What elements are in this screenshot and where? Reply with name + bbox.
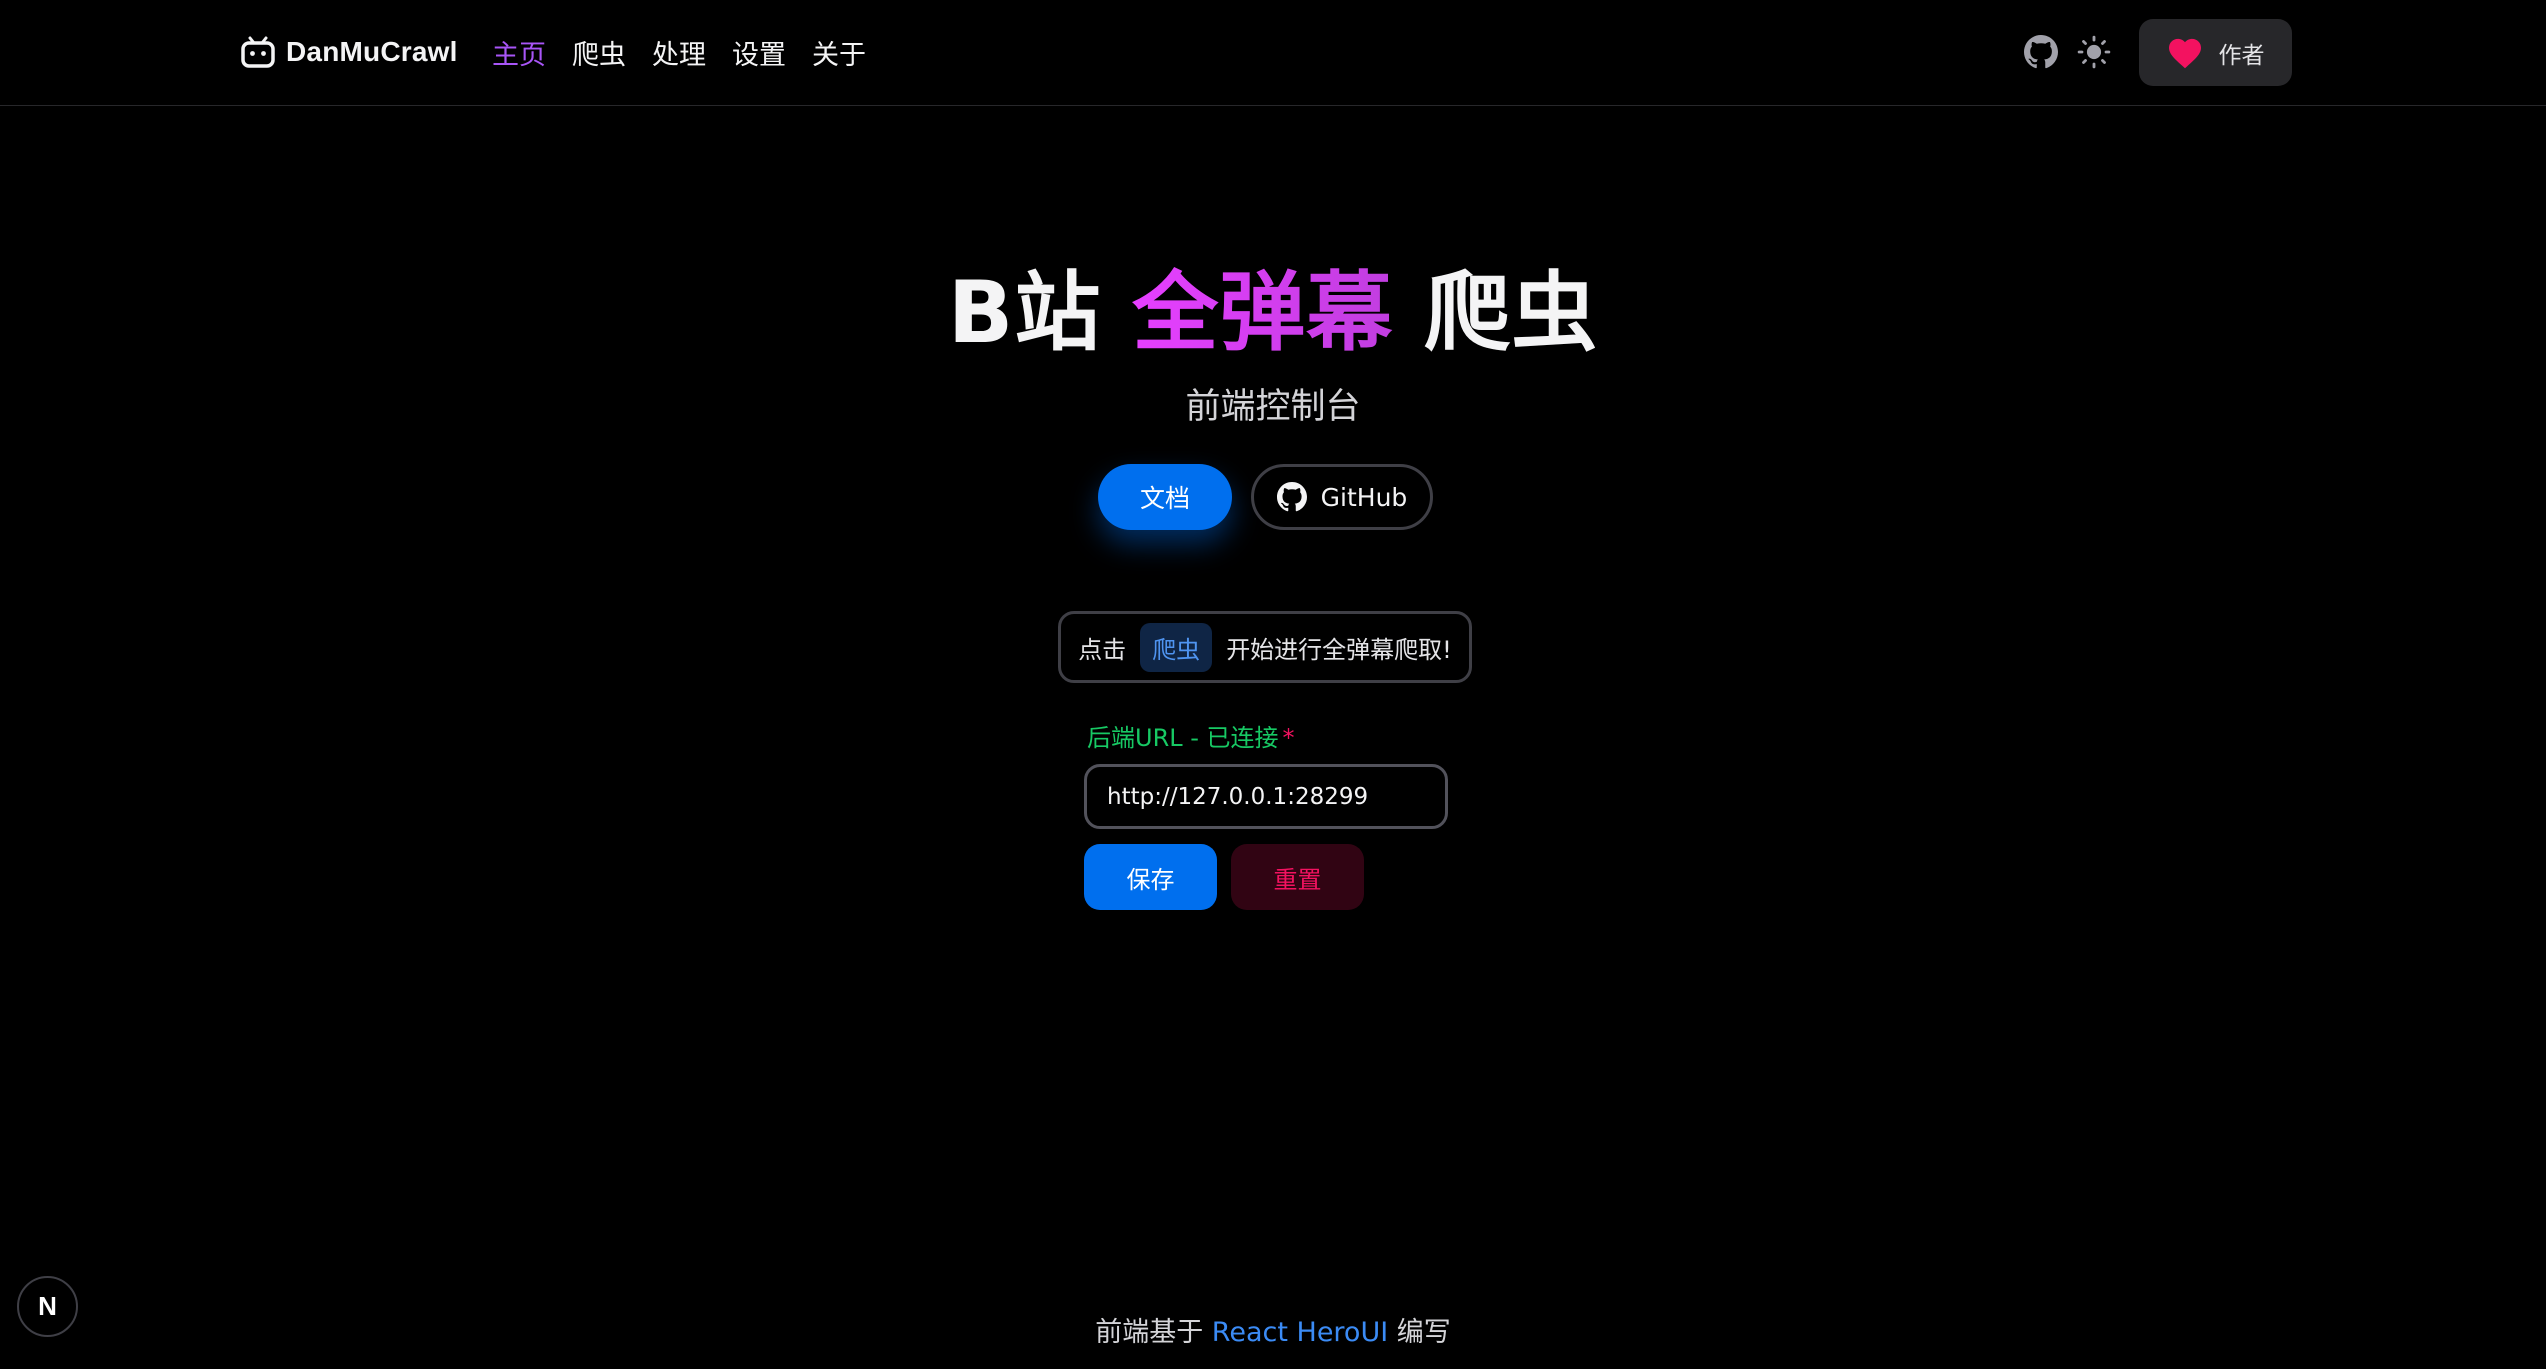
hero-title-suffix: 爬虫 [1393, 263, 1599, 363]
nav-links: 主页 爬虫 处理 设置 关于 [492, 30, 892, 74]
github-button-label: GitHub [1320, 482, 1408, 512]
hint-chip: 爬虫 [1140, 622, 1213, 672]
hint-suffix: 开始进行全弹幕爬取! [1226, 635, 1452, 664]
nav-link-crawler[interactable]: 爬虫 [572, 33, 626, 72]
nav-link-about[interactable]: 关于 [812, 33, 866, 72]
author-label: 作者 [2218, 42, 2265, 69]
github-icon [2024, 35, 2058, 69]
footer-prefix: 前端基于 [1095, 1317, 1212, 1348]
hero-subtitle: 前端控制台 [1185, 387, 1361, 427]
docs-button-label: 文档 [1139, 484, 1190, 513]
hint-prefix: 点击 [1078, 635, 1127, 664]
backend-url-label: 后端URL - 已连接 * [1087, 718, 1295, 753]
required-mark: * [1282, 724, 1295, 752]
brand[interactable]: DanMuCrawl [240, 34, 458, 70]
hero-title: B站 全弹幕 爬虫 [0, 258, 2546, 368]
backend-url-input[interactable] [1084, 764, 1448, 829]
navbar: DanMuCrawl 主页 爬虫 处理 设置 关于 作者 [0, 0, 2546, 106]
github-link[interactable] [2023, 34, 2059, 70]
footer: 前端基于 React HeroUI 编写 [0, 1310, 2546, 1349]
save-button-label: 保存 [1126, 865, 1175, 894]
nextjs-dev-indicator[interactable]: N [17, 1276, 78, 1337]
hero-title-prefix: B站 [947, 263, 1133, 363]
backend-url-label-text: 后端URL - 已连接 [1087, 724, 1279, 752]
reset-button-label: 重置 [1273, 865, 1322, 894]
footer-link-heroui[interactable]: React HeroUI [1212, 1317, 1388, 1348]
brand-name: DanMuCrawl [286, 36, 458, 67]
heart-icon [2168, 38, 2201, 68]
footer-suffix: 编写 [1388, 1317, 1451, 1348]
reset-button[interactable]: 重置 [1231, 844, 1364, 910]
hint-box: 点击 爬虫 开始进行全弹幕爬取! [1058, 611, 1472, 683]
nextjs-logo-letter: N [38, 1291, 57, 1321]
github-icon [1276, 482, 1307, 512]
theme-toggle[interactable] [2076, 34, 2112, 70]
docs-button[interactable]: 文档 [1098, 464, 1232, 530]
nav-link-process[interactable]: 处理 [652, 33, 706, 72]
hero-title-highlight: 全弹幕 [1132, 263, 1394, 363]
nav-link-settings[interactable]: 设置 [732, 33, 786, 72]
bilibili-logo-icon [241, 36, 275, 68]
save-button[interactable]: 保存 [1084, 844, 1217, 910]
github-button[interactable]: GitHub [1251, 464, 1433, 530]
nav-link-home[interactable]: 主页 [492, 33, 546, 72]
sun-icon [2077, 35, 2111, 69]
author-button[interactable]: 作者 [2139, 19, 2292, 86]
